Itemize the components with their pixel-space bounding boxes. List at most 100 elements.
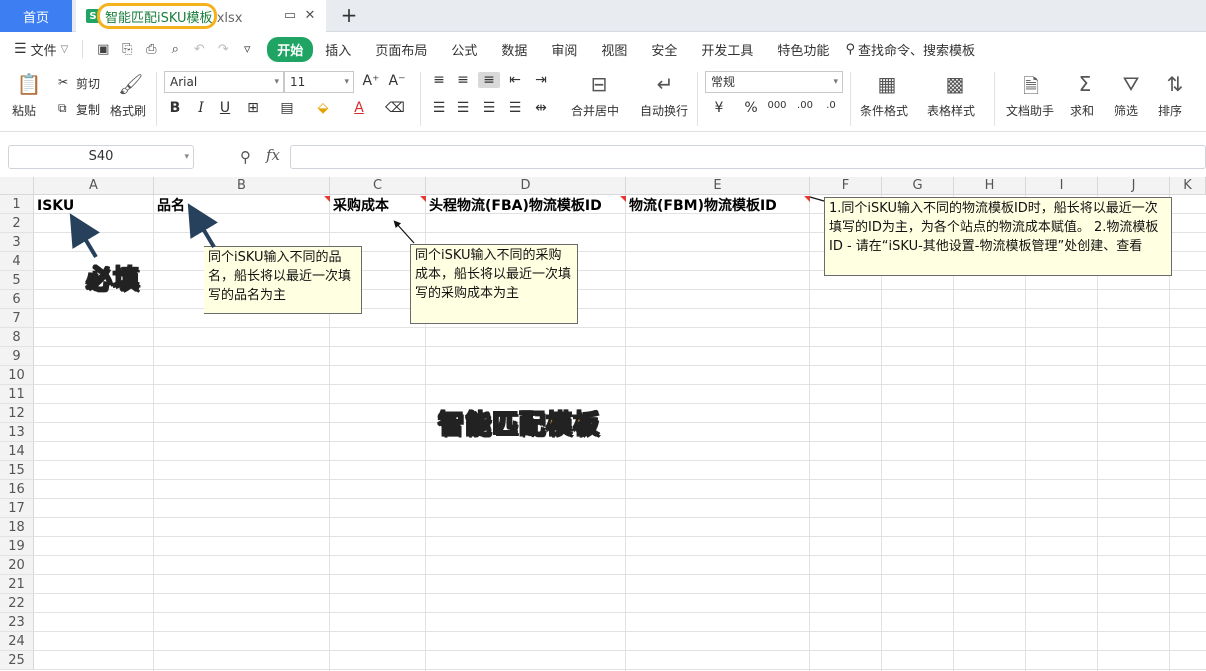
filter-button[interactable]: 筛选 [1114,102,1138,119]
row-header[interactable]: 1 [0,195,34,214]
paste-icon[interactable]: 📋 [16,72,42,96]
copy-button[interactable]: 复制 [76,101,100,118]
distribute-icon[interactable]: ⇹ [530,100,552,116]
justify-icon[interactable]: ☰ [504,100,526,116]
increase-decimal-icon[interactable]: .00 [794,100,816,111]
row-header[interactable]: 24 [0,632,34,651]
print-preview-icon[interactable]: ⌕ [163,42,187,57]
row-header[interactable]: 3 [0,233,34,252]
row-header[interactable]: 23 [0,613,34,632]
name-box[interactable]: S40 ▾ [8,145,194,169]
row-header[interactable]: 17 [0,499,34,518]
zoom-formula-icon[interactable]: ⚲ [240,148,251,166]
customize-icon[interactable]: ▿ [235,42,259,57]
row-header[interactable]: 25 [0,651,34,670]
menu-tab-review[interactable]: 审阅 [539,40,589,59]
column-header-j[interactable]: J [1098,177,1170,195]
cell-b1[interactable]: 品名 [155,196,185,215]
menu-tab-features[interactable]: 特色功能 [765,40,841,59]
clear-format-icon[interactable]: ⌫ [384,100,406,116]
row-header[interactable]: 19 [0,537,34,556]
column-header-g[interactable]: G [882,177,954,195]
select-all-corner[interactable] [0,177,34,195]
cell-c1[interactable]: 采购成本 [331,196,389,215]
close-tab-icon[interactable]: ✕ [302,8,318,24]
column-header-c[interactable]: C [330,177,426,195]
command-search[interactable]: ⚲ 查找命令、搜索模板 [845,40,975,59]
thousands-icon[interactable]: 000 [766,100,788,111]
indent-increase-icon[interactable]: ⇥ [530,72,552,88]
align-center-icon[interactable]: ☰ [452,100,474,116]
font-color-icon[interactable]: A [348,100,370,116]
cell-a1[interactable]: ISKU [35,196,74,215]
row-header[interactable]: 22 [0,594,34,613]
menu-tab-security[interactable]: 安全 [639,40,689,59]
doc-helper-button[interactable]: 文档助手 [1006,102,1054,119]
new-tab-button[interactable]: + [338,4,360,26]
pin-window-icon[interactable]: ▭ [282,8,298,24]
row-header[interactable]: 18 [0,518,34,537]
row-header[interactable]: 16 [0,480,34,499]
comment-indicator-c1[interactable] [420,196,426,202]
sum-button[interactable]: 求和 [1070,102,1094,119]
cell-d1[interactable]: 头程物流(FBA)物流模板ID [427,196,602,215]
print-icon[interactable]: ⎙ [139,42,163,57]
align-top-icon[interactable]: ≡ [428,72,450,88]
table-style-button[interactable]: 表格样式 [927,102,975,119]
menu-tab-page-layout[interactable]: 页面布局 [363,40,439,59]
row-header[interactable]: 15 [0,461,34,480]
increase-font-icon[interactable]: A⁺ [360,73,382,89]
underline-icon[interactable]: U [214,100,236,116]
insert-function-icon[interactable]: fx [266,146,280,164]
tab-home[interactable]: 首页 [0,0,72,32]
column-header-i[interactable]: I [1026,177,1098,195]
format-painter-button[interactable]: 格式刷 [110,102,146,119]
tab-file[interactable]: S 智能匹配iSKU模板.xlsx ▭ ✕ [76,0,326,32]
percent-icon[interactable]: % [740,100,762,116]
menu-tab-developer[interactable]: 开发工具 [689,40,765,59]
row-header[interactable]: 21 [0,575,34,594]
comment-indicator-e1[interactable] [804,196,810,202]
row-header[interactable]: 11 [0,385,34,404]
save-icon[interactable]: ▣ [91,42,115,57]
row-header[interactable]: 12 [0,404,34,423]
row-header[interactable]: 8 [0,328,34,347]
menu-tab-view[interactable]: 视图 [589,40,639,59]
merge-center-button[interactable]: 合并居中 [571,102,619,119]
cut-button[interactable]: 剪切 [76,75,100,92]
decrease-decimal-icon[interactable]: .0 [820,100,842,111]
font-size-select[interactable]: 11 ▾ [284,71,354,93]
formula-input[interactable] [290,145,1206,169]
italic-icon[interactable]: I [190,100,212,116]
column-header-d[interactable]: D [426,177,626,195]
font-name-select[interactable]: Arial ▾ [164,71,284,93]
row-header[interactable]: 5 [0,271,34,290]
align-middle-icon[interactable]: ≡ [452,72,474,88]
menu-tab-data[interactable]: 数据 [489,40,539,59]
fill-color-icon[interactable]: ⬙ [312,100,334,116]
column-header-a[interactable]: A [34,177,154,195]
row-header[interactable]: 13 [0,423,34,442]
row-header[interactable]: 7 [0,309,34,328]
border-icon[interactable]: ⊞ [242,100,264,116]
wrap-text-button[interactable]: 自动换行 [640,102,688,119]
cell-e1[interactable]: 物流(FBM)物流模板ID [627,196,777,215]
export-icon[interactable]: ⎘ [115,42,139,57]
row-header[interactable]: 4 [0,252,34,271]
indent-decrease-icon[interactable]: ⇤ [504,72,526,88]
comment-indicator-d1[interactable] [620,196,626,202]
menu-file[interactable]: ☰ 文件 ▽ [14,40,68,59]
column-header-f[interactable]: F [810,177,882,195]
comment-indicator-b1[interactable] [324,196,330,202]
undo-icon[interactable]: ↶ [187,42,211,57]
cell-style-icon[interactable]: ▤ [276,100,298,116]
column-header-k[interactable]: K [1170,177,1206,195]
number-format-select[interactable]: 常规 ▾ [705,71,843,93]
redo-icon[interactable]: ↷ [211,42,235,57]
menu-tab-formula[interactable]: 公式 [439,40,489,59]
menu-tab-home[interactable]: 开始 [267,36,314,62]
decrease-font-icon[interactable]: A⁻ [386,73,408,89]
sort-button[interactable]: 排序 [1158,102,1182,119]
align-bottom-icon[interactable]: ≡ [478,72,500,88]
column-header-h[interactable]: H [954,177,1026,195]
